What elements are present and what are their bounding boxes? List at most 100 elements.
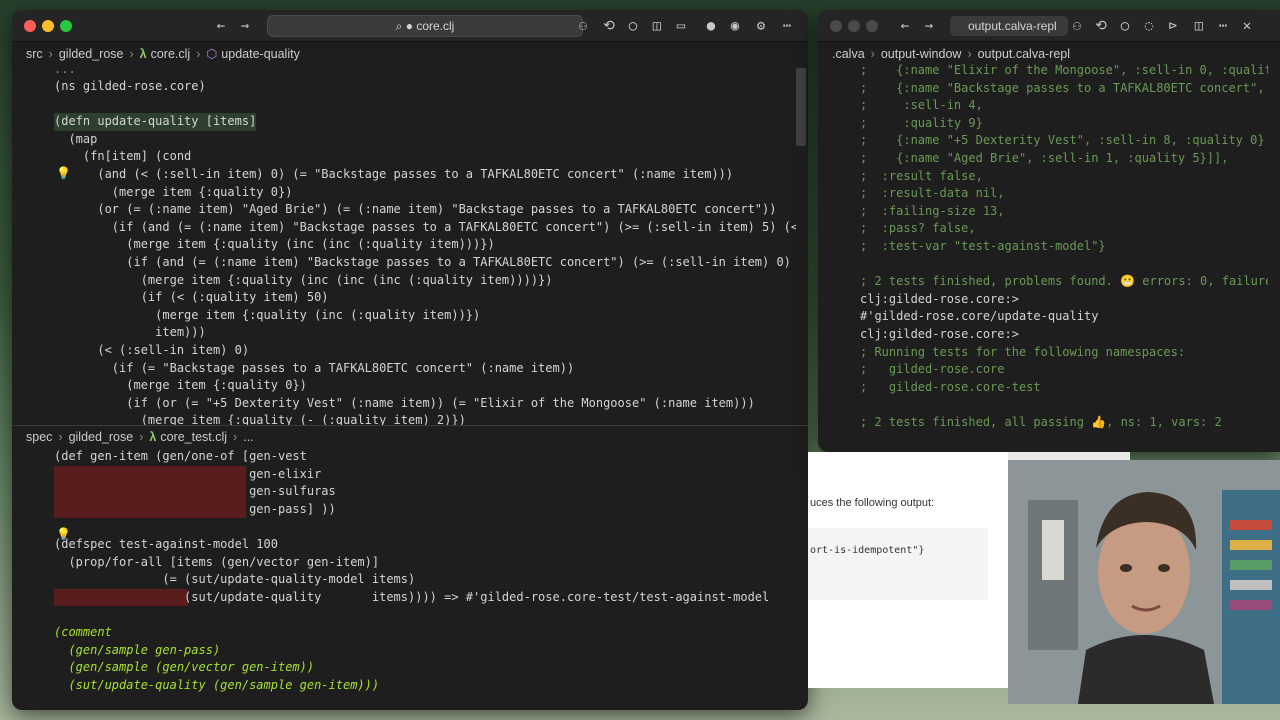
- webcam-overlay: [1008, 460, 1280, 704]
- code-line: (merge item {:quality (inc (inc (inc (:q…: [54, 272, 553, 287]
- account-icon[interactable]: ◉: [726, 17, 744, 35]
- code-line: (map: [54, 131, 98, 146]
- title-bar: ← → output.calva-repl ⚇ ⟲ ○ ◌ ⊳ ◫ ⋯ ✕: [818, 10, 1280, 42]
- chevron-right-icon: ›: [196, 47, 201, 61]
- repl-prompt: clj:gilded-rose.core:>: [860, 327, 1019, 341]
- back-arrow-icon[interactable]: ←: [896, 17, 914, 35]
- presenter-video: [1008, 460, 1280, 704]
- more-actions-icon[interactable]: ⋯: [1214, 17, 1232, 35]
- code-line: (if (= "Backstage passes to a TAFKAL80ET…: [54, 360, 575, 375]
- breadcrumb-item[interactable]: .calva: [832, 47, 865, 61]
- minimize-window-button[interactable]: [42, 20, 54, 32]
- copilot-icon[interactable]: ⚇: [1068, 17, 1086, 35]
- chevron-right-icon: ›: [58, 430, 63, 444]
- output-line: ; gilded-rose.core-test: [860, 379, 1041, 394]
- copilot-icon[interactable]: ⚇: [574, 17, 592, 35]
- breadcrumb-item[interactable]: output-window: [881, 47, 962, 61]
- minimize-window-button[interactable]: [848, 20, 860, 32]
- output-line: ; :failing-size 13,: [860, 203, 1005, 218]
- code-line: (ns gilded-rose.core): [54, 79, 206, 93]
- code-line: (gen/sample (gen/vector gen-item)): [54, 660, 315, 675]
- split-editor-icon[interactable]: ◫: [648, 17, 666, 35]
- debug-icon[interactable]: ◌: [1140, 17, 1158, 35]
- code-line: (and (< (:sell-in item) 0) (= "Backstage…: [54, 167, 734, 181]
- editor-pane-core[interactable]: ... (ns gilded-rose.core) (defn update-q…: [12, 65, 796, 425]
- output-line: ; Running tests for the following namesp…: [860, 344, 1186, 359]
- output-line: ; {:name "Elixir of the Mongoose", :sell…: [860, 63, 1268, 77]
- output-line: ; 2 tests finished, problems found. 😬 er…: [860, 274, 1268, 289]
- editor-scrollbar[interactable]: [796, 68, 806, 146]
- code-line: (merge item {:quality (inc (:quality ite…: [54, 307, 481, 322]
- code-line: (merge item {:quality (inc (inc (:qualit…: [54, 237, 495, 252]
- command-center-search[interactable]: ⌕ ● core.clj: [267, 15, 583, 37]
- code-line: (< (:sell-in item) 0): [54, 343, 250, 357]
- code-line: (sut/update-quality items)))) => #'gilde…: [54, 589, 770, 604]
- code-fold-ellipsis: ...: [54, 65, 76, 76]
- code-line: item))): [54, 325, 206, 340]
- code-line: (def gen-item (gen/one-of [gen-vest: [54, 449, 307, 463]
- layout-icon[interactable]: ▭: [672, 17, 690, 35]
- editor-pane-core-test[interactable]: (def gen-item (gen/one-of [gen-vest gen-…: [12, 448, 796, 706]
- output-line: ; :pass? false,: [860, 221, 976, 236]
- doc-code-block: [808, 528, 988, 600]
- output-line: ; {:name "Backstage passes to a TAFKAL80…: [860, 80, 1265, 95]
- output-line: ; :quality 9}: [860, 115, 983, 130]
- code-line: gen-pass] )): [54, 501, 336, 516]
- source-control-icon[interactable]: ⟲: [1092, 17, 1110, 35]
- breadcrumb-item[interactable]: core_test.clj: [160, 430, 227, 444]
- output-line: ; {:name "+5 Dexterity Vest", :sell-in 8…: [860, 133, 1265, 148]
- breadcrumb-top: src › gilded_rose › λ core.clj › ⬡ update-qualit…: [12, 43, 808, 65]
- close-window-button[interactable]: [24, 20, 36, 32]
- run-icon[interactable]: ○: [624, 17, 642, 35]
- tab-label: output.calva-repl: [968, 19, 1057, 33]
- settings-gear-icon[interactable]: ⚙: [752, 17, 770, 35]
- more-actions-icon[interactable]: ⋯: [778, 17, 796, 35]
- output-line: ; 2 tests finished, all passing 👍, ns: 1…: [860, 415, 1222, 429]
- output-line: ; :result false,: [860, 168, 983, 183]
- chevron-right-icon: ›: [967, 47, 972, 61]
- breadcrumb-item[interactable]: spec: [26, 430, 52, 444]
- breadcrumb-item[interactable]: gilded_rose: [59, 47, 124, 61]
- breadcrumb-item[interactable]: ...: [243, 430, 253, 444]
- breadcrumb-item[interactable]: gilded_rose: [69, 430, 134, 444]
- forward-arrow-icon[interactable]: →: [920, 17, 938, 35]
- editor-window: ← → ⌕ ● core.clj ⚇ ⟲ ○ ◫ ▭ ● ◉ ⚙ ⋯ src › g…: [12, 10, 808, 710]
- code-line: (or (= (:name item) "Aged Brie") (= (:na…: [54, 202, 777, 217]
- code-line: (defspec test-against-model 100: [54, 537, 278, 551]
- source-control-icon[interactable]: ⟲: [600, 17, 618, 35]
- test-icon[interactable]: ⊳: [1164, 17, 1182, 35]
- breadcrumb-item[interactable]: core.clj: [151, 47, 191, 61]
- maximize-window-button[interactable]: [60, 20, 72, 32]
- chevron-right-icon: ›: [48, 47, 53, 61]
- code-line: (merge item {:quality 0}): [54, 378, 307, 393]
- dirty-indicator-icon: ●: [706, 18, 716, 34]
- code-line: (comment: [54, 625, 112, 639]
- code-line: (if (or (= "+5 Dexterity Vest" (:name it…: [54, 395, 755, 410]
- repl-output[interactable]: ; {:name "Elixir of the Mongoose", :sell…: [818, 62, 1268, 442]
- code-line: gen-elixir: [54, 466, 322, 481]
- maximize-window-button[interactable]: [866, 20, 878, 32]
- doc-text: uces the following output:: [810, 497, 935, 509]
- breadcrumb-bottom: spec › gilded_rose › λ core_test.clj ›...: [12, 426, 808, 448]
- function-symbol-icon: ⬡: [206, 47, 218, 61]
- close-window-button[interactable]: [830, 20, 842, 32]
- output-search-box[interactable]: output.calva-repl: [950, 16, 1068, 36]
- breadcrumb-item[interactable]: src: [26, 47, 43, 61]
- breadcrumb-item[interactable]: update-quality: [221, 47, 300, 61]
- run-icon[interactable]: ○: [1116, 17, 1134, 35]
- forward-arrow-icon[interactable]: →: [236, 17, 254, 35]
- close-editor-icon[interactable]: ✕: [1238, 17, 1256, 35]
- breadcrumb-item[interactable]: output.calva-repl: [978, 47, 1070, 61]
- output-line: ; :test-var "test-against-model"}: [860, 239, 1106, 253]
- split-editor-icon[interactable]: ◫: [1190, 17, 1208, 35]
- search-icon: ⌕: [395, 19, 406, 33]
- title-bar: ← → ⌕ ● core.clj ⚇ ⟲ ○ ◫ ▭ ● ◉ ⚙ ⋯: [12, 10, 808, 42]
- output-window: ← → output.calva-repl ⚇ ⟲ ○ ◌ ⊳ ◫ ⋯ ✕ .c…: [818, 10, 1280, 452]
- code-line: gen-sulfuras: [54, 484, 336, 499]
- output-line: ; gilded-rose.core: [860, 362, 1005, 377]
- back-arrow-icon[interactable]: ←: [212, 17, 230, 35]
- doc-code-text: ort-is-idempotent"}: [810, 545, 925, 556]
- chevron-right-icon: ›: [233, 430, 238, 444]
